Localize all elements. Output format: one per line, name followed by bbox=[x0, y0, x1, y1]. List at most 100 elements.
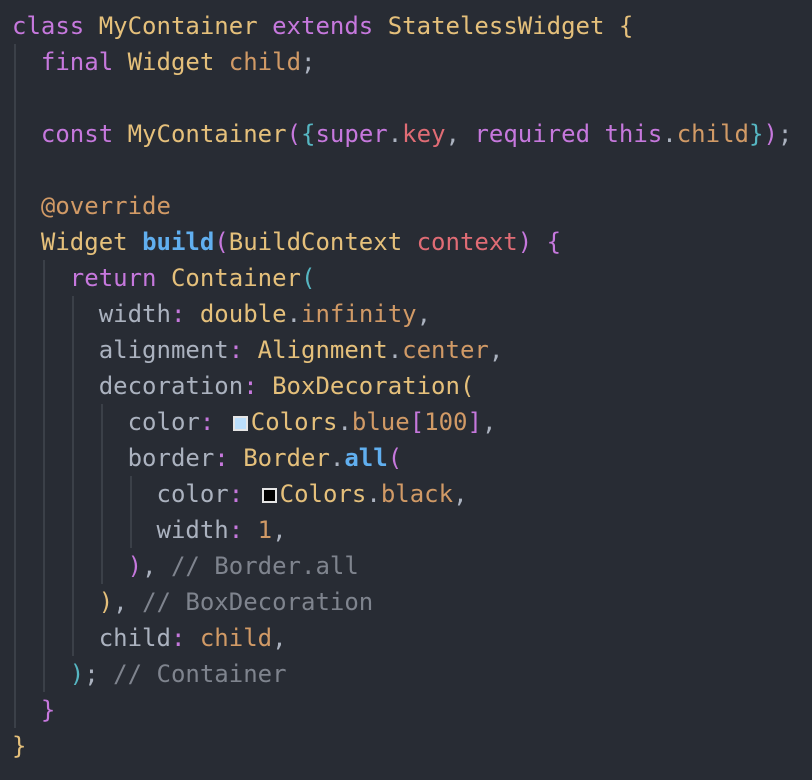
indent-guide bbox=[100, 440, 103, 476]
code-token: StatelessWidget bbox=[387, 12, 605, 40]
indent-guide bbox=[129, 512, 132, 548]
code-token: Border bbox=[243, 444, 330, 472]
indent-guide bbox=[14, 80, 16, 116]
indent-guide bbox=[71, 368, 74, 404]
indent-guide bbox=[71, 476, 74, 512]
code-line[interactable]: color: Colors.blue[100], bbox=[12, 404, 792, 440]
code-token: border bbox=[127, 444, 215, 472]
code-line[interactable] bbox=[12, 80, 792, 116]
code-token: ) bbox=[69, 660, 85, 688]
color-swatch-icon[interactable] bbox=[261, 488, 277, 503]
code-line[interactable]: ), // BoxDecoration bbox=[12, 584, 792, 620]
code-line[interactable]: @override bbox=[12, 188, 792, 224]
code-token: . bbox=[329, 444, 345, 472]
code-line[interactable]: decoration: BoxDecoration( bbox=[12, 368, 792, 404]
indent-guide bbox=[14, 116, 16, 152]
code-token: . bbox=[366, 480, 381, 508]
code-token: { bbox=[618, 12, 634, 40]
code-area[interactable]: class MyContainer extends StatelessWidge… bbox=[12, 8, 792, 764]
code-token: // BoxDecoration bbox=[142, 588, 374, 616]
code-token: , bbox=[416, 300, 432, 328]
code-token: BuildContext bbox=[228, 228, 403, 256]
indent-guide bbox=[14, 440, 16, 476]
code-token: } bbox=[12, 732, 27, 760]
code-token: const bbox=[40, 120, 114, 148]
code-line[interactable]: class MyContainer extends StatelessWidge… bbox=[12, 8, 792, 44]
code-token: ( bbox=[214, 228, 229, 256]
code-line[interactable]: border: Border.all( bbox=[12, 440, 792, 476]
code-token: blue bbox=[351, 408, 410, 436]
code-token: infinity bbox=[301, 300, 417, 328]
code-token: context bbox=[416, 228, 518, 256]
indent-guide bbox=[42, 332, 45, 368]
code-token: , bbox=[142, 552, 171, 580]
code-token: Colors bbox=[250, 408, 338, 436]
code-token: : bbox=[199, 408, 215, 436]
code-token: , bbox=[445, 120, 475, 148]
code-token: Alignment bbox=[257, 336, 388, 364]
code-line[interactable] bbox=[12, 152, 792, 188]
code-line[interactable]: } bbox=[12, 728, 792, 764]
code-line[interactable]: Widget build(BuildContext context) { bbox=[12, 224, 792, 260]
indent-guide bbox=[71, 512, 74, 548]
code-line[interactable]: } bbox=[12, 692, 792, 728]
indent-guide bbox=[71, 620, 74, 656]
code-line[interactable]: width: double.infinity, bbox=[12, 296, 792, 332]
code-line[interactable]: child: child, bbox=[12, 620, 792, 656]
indent-guide bbox=[14, 692, 16, 728]
code-token: BoxDecoration bbox=[272, 372, 460, 400]
code-line[interactable]: ); // Container bbox=[12, 656, 792, 692]
code-line[interactable]: ), // Border.all bbox=[12, 548, 792, 584]
code-token: . bbox=[286, 300, 302, 328]
indent-guide bbox=[42, 584, 45, 620]
code-token: required bbox=[474, 120, 591, 148]
code-token: . bbox=[387, 120, 403, 148]
code-token: { bbox=[301, 120, 316, 148]
code-line[interactable]: alignment: Alignment.center, bbox=[12, 332, 792, 368]
code-token: , bbox=[272, 516, 287, 544]
code-line[interactable]: const MyContainer({super.key, required t… bbox=[12, 116, 792, 152]
code-token: Widget bbox=[40, 228, 128, 256]
indent-guide bbox=[71, 440, 74, 476]
code-token: } bbox=[40, 696, 56, 724]
indent-guide bbox=[14, 260, 16, 296]
code-token: extends bbox=[272, 12, 374, 40]
code-token: Colors bbox=[279, 480, 367, 508]
code-token: . bbox=[337, 408, 352, 436]
indent-guide bbox=[14, 224, 16, 260]
code-token: child bbox=[228, 48, 302, 76]
code-token: // Container bbox=[113, 660, 287, 688]
code-token: Widget bbox=[127, 48, 215, 76]
code-token: alignment bbox=[98, 336, 229, 364]
code-token: decoration bbox=[98, 372, 244, 400]
indent-guide bbox=[71, 296, 74, 332]
code-line[interactable]: final Widget child; bbox=[12, 44, 792, 80]
indent-guide bbox=[14, 656, 16, 692]
indent-guide bbox=[100, 512, 103, 548]
indent-guide bbox=[42, 656, 45, 692]
color-swatch-icon[interactable] bbox=[232, 416, 248, 431]
code-editor[interactable]: class MyContainer extends StatelessWidge… bbox=[0, 0, 812, 780]
code-token: all bbox=[344, 444, 388, 472]
code-line[interactable]: width: 1, bbox=[12, 512, 792, 548]
code-token: child bbox=[98, 624, 171, 652]
code-line[interactable]: color: Colors.black, bbox=[12, 476, 792, 512]
code-line[interactable]: return Container( bbox=[12, 260, 792, 296]
code-token: . bbox=[387, 336, 403, 364]
